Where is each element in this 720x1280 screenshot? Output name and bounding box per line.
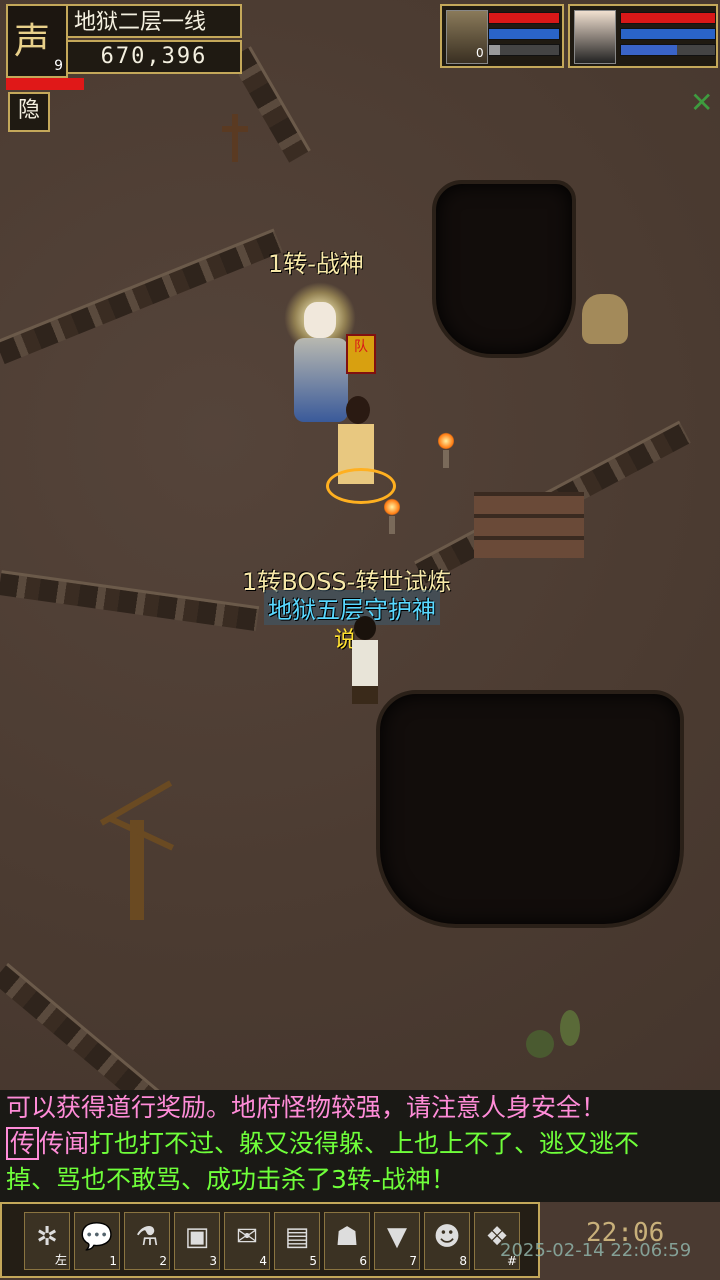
guild-banner-icon: 队 bbox=[346, 334, 376, 374]
map-name: 地狱二层一线 bbox=[66, 4, 242, 38]
wooden-bridge bbox=[474, 492, 584, 558]
map-coordinates: 670,396 bbox=[66, 40, 242, 74]
pet-hp-bar bbox=[488, 12, 560, 24]
player-frame[interactable] bbox=[568, 4, 718, 68]
player-frame-mp-bar bbox=[620, 28, 716, 40]
pet-frame[interactable]: 0 bbox=[440, 4, 564, 68]
scroll-icon: ✉ bbox=[236, 1222, 258, 1252]
torch bbox=[438, 432, 454, 468]
chat-icon: 💬 bbox=[80, 1222, 114, 1252]
pet-mp-bar bbox=[488, 28, 560, 40]
toolbar-slot-scroll[interactable]: ✉ 4 bbox=[224, 1212, 270, 1270]
rock-ridge bbox=[0, 228, 283, 365]
potion-icon: ⚗ bbox=[135, 1222, 159, 1252]
hotkey-label: 6 bbox=[359, 1254, 367, 1268]
grave-cross bbox=[222, 114, 248, 162]
toolbar-slot-settings[interactable]: ✲ 左 bbox=[24, 1212, 70, 1270]
tree-stump bbox=[582, 294, 628, 344]
chat-line-rumor-cont: 掉、骂也不敢骂、成功击杀了3转-战神！ bbox=[6, 1165, 456, 1194]
hotkey-label: 7 bbox=[409, 1254, 417, 1268]
flag-icon: ▼ bbox=[387, 1222, 407, 1252]
card-icon: ▤ bbox=[284, 1222, 310, 1252]
pet-xp-bar bbox=[488, 44, 560, 56]
hotkey-label: 1 bbox=[109, 1254, 117, 1268]
chat-line-rumor: 传传闻打也打不过、躲又没得躲、上也上不了、逃又逃不 bbox=[0, 1126, 720, 1162]
hotkey-label: 左 bbox=[54, 1253, 67, 1267]
rumor-word: 传闻 bbox=[39, 1129, 90, 1158]
player-hud: 声 9 地狱二层一线 670,396 bbox=[6, 4, 246, 78]
player-avatar-glyph: 声 bbox=[14, 21, 51, 62]
settings-icon: ✲ bbox=[36, 1222, 58, 1252]
player-portrait[interactable]: 声 9 bbox=[6, 4, 68, 78]
pet-icon: ☗ bbox=[335, 1222, 359, 1252]
toolbar-slot-bag[interactable]: ▣ 3 bbox=[174, 1212, 220, 1270]
bag-icon: ▣ bbox=[184, 1222, 210, 1252]
hotkey-label: 3 bbox=[209, 1254, 217, 1268]
npc-guardian[interactable] bbox=[344, 616, 384, 706]
player-frame-hp-bar bbox=[620, 12, 716, 24]
hotkey-label: 5 bbox=[309, 1254, 317, 1268]
chat-panel[interactable]: 可以获得道行奖励。地府怪物较强，请注意人身安全！ 传传闻打也打不过、躲又没得躲、… bbox=[0, 1090, 720, 1202]
rock-ridge bbox=[0, 962, 162, 1090]
rumor-text-1: 打也打不过、躲又没得躲、上也上不了、逃又逃不 bbox=[89, 1129, 640, 1158]
chat-line-system: 可以获得道行奖励。地府怪物较强，请注意人身安全！ bbox=[6, 1093, 607, 1122]
cave-pit bbox=[432, 180, 576, 358]
shrub bbox=[526, 1030, 554, 1058]
player-hp-bar bbox=[6, 78, 84, 90]
cave-pit bbox=[376, 690, 684, 928]
hotkey-label: 8 bbox=[459, 1254, 467, 1268]
rumor-tag: 传 bbox=[6, 1127, 40, 1160]
toolbar-slot-pet[interactable]: ☗ 6 bbox=[324, 1212, 370, 1270]
npc-companion[interactable] bbox=[326, 396, 396, 506]
toolbar-slot-team[interactable]: ☻ 8 bbox=[424, 1212, 470, 1270]
player-avatar bbox=[574, 10, 616, 64]
dead-tree bbox=[86, 780, 186, 920]
toolbar-slot-flag[interactable]: ▼ 7 bbox=[374, 1212, 420, 1270]
pet-level: 0 bbox=[476, 46, 484, 60]
hotkey-label: 4 bbox=[259, 1254, 267, 1268]
rock-ridge bbox=[0, 570, 260, 632]
npc-warrior-god-label: 1转-战神 bbox=[268, 250, 364, 278]
screenshot-timestamp: 2025-02-14 22:06:59 bbox=[500, 1240, 692, 1261]
game-map[interactable]: 1转-战神 队 1转BOSS-转世试炼 地狱五层守护神 说 ✕ bbox=[0, 0, 720, 1090]
player-frame-xp-bar bbox=[620, 44, 716, 56]
player-level: 9 bbox=[54, 58, 63, 74]
team-icon: ☻ bbox=[433, 1222, 461, 1252]
hide-button[interactable]: 隐 bbox=[8, 92, 50, 132]
toolbar-slot-card[interactable]: ▤ 5 bbox=[274, 1212, 320, 1270]
toolbar-slot-chat[interactable]: 💬 1 bbox=[74, 1212, 120, 1270]
shrub bbox=[560, 1010, 580, 1046]
network-icon: ✕ bbox=[690, 86, 714, 119]
hotkey-label: 2 bbox=[159, 1254, 167, 1268]
skill-toolbar: ✲ 左 💬 1 ⚗ 2 ▣ 3 ✉ 4 ▤ 5 ☗ 6 ▼ 7 ☻ 8 ❖ # bbox=[0, 1202, 540, 1278]
toolbar-slot-potion[interactable]: ⚗ 2 bbox=[124, 1212, 170, 1270]
